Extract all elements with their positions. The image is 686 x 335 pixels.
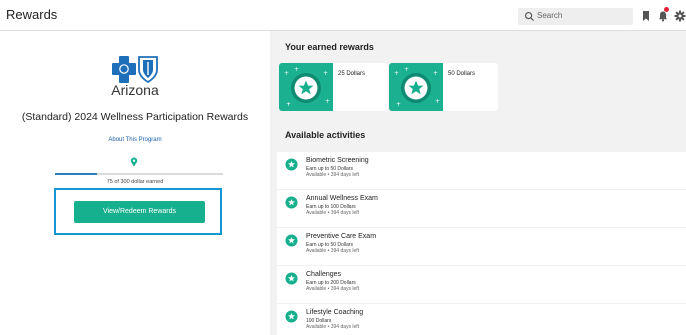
bookmark-icon[interactable] xyxy=(640,10,652,22)
program-panel: Arizona (Standard) 2024 Wellness Partici… xyxy=(0,31,270,335)
svg-text:+: + xyxy=(325,98,330,105)
activity-name: Preventive Care Exam xyxy=(306,233,377,240)
activity-name: Challenges xyxy=(306,271,342,278)
reward-card[interactable]: + + + + + 25 Dollars xyxy=(279,63,388,111)
activity-item[interactable]: Challenges Earn up to 200 Dollars Availa… xyxy=(277,266,686,303)
star-badge-icon xyxy=(285,272,298,285)
activity-name: Biometric Screening xyxy=(306,157,369,164)
reward-badge: + + + + + xyxy=(279,63,333,111)
star-badge-icon xyxy=(285,158,298,171)
notification-dot xyxy=(664,7,669,12)
star-badge-icon: + + + + + xyxy=(284,66,330,108)
activity-availability: Available • 394 days left xyxy=(306,172,360,178)
search-placeholder: Search xyxy=(537,11,563,20)
activity-item[interactable]: Preventive Care Exam Earn up to 50 Dolla… xyxy=(277,228,686,265)
svg-text:+: + xyxy=(404,66,409,73)
star-badge-icon: + + + + + xyxy=(394,66,440,108)
svg-text:+: + xyxy=(323,70,328,77)
svg-text:+: + xyxy=(394,70,399,77)
activity-item[interactable]: Biometric Screening Earn up to 50 Dollar… xyxy=(277,152,686,189)
available-activities-heading: Available activities xyxy=(285,130,366,140)
svg-text:+: + xyxy=(396,101,401,108)
brand-name: Arizona xyxy=(111,82,159,98)
top-bar: Rewards Search xyxy=(0,0,686,31)
location-pin-icon xyxy=(130,157,138,167)
reward-card[interactable]: + + + + + 50 Dollars xyxy=(389,63,498,111)
page-title: Rewards xyxy=(6,7,58,22)
about-program-link[interactable]: About This Program xyxy=(0,137,270,143)
cross-shield-logo xyxy=(112,56,158,84)
svg-text:+: + xyxy=(286,101,291,108)
search-input[interactable]: Search xyxy=(518,8,633,25)
reward-label: 50 Dollars xyxy=(448,71,476,77)
activity-availability: Available • 394 days left xyxy=(306,324,360,330)
activity-availability: Available • 394 days left xyxy=(306,248,360,254)
progress-fill xyxy=(55,173,97,175)
activity-name: Annual Wellness Exam xyxy=(306,195,378,202)
progress-track xyxy=(55,173,223,175)
reward-label: 25 Dollars xyxy=(338,71,366,77)
activity-availability: Available • 394 days left xyxy=(306,210,360,216)
svg-text:+: + xyxy=(294,66,299,73)
view-redeem-button[interactable]: View/Redeem Rewards xyxy=(74,201,205,223)
activity-name: Lifestyle Coaching xyxy=(306,309,364,316)
program-title: (Standard) 2024 Wellness Participation R… xyxy=(21,111,249,123)
svg-text:+: + xyxy=(284,70,289,77)
reward-badge: + + + + + xyxy=(389,63,443,111)
svg-text:+: + xyxy=(433,70,438,77)
activity-item[interactable]: Annual Wellness Exam Earn up to 100 Doll… xyxy=(277,190,686,227)
star-badge-icon xyxy=(285,196,298,209)
activity-availability: Available • 394 days left xyxy=(306,286,360,292)
earned-amount: 75 of 300 dollar earned xyxy=(106,179,164,185)
gear-icon[interactable] xyxy=(674,10,686,22)
star-badge-icon xyxy=(285,310,298,323)
activity-item[interactable]: Lifestyle Coaching 100 Dollars Available… xyxy=(277,304,686,335)
star-badge-icon xyxy=(285,234,298,247)
svg-text:+: + xyxy=(435,98,440,105)
search-icon xyxy=(524,11,535,22)
earned-rewards-heading: Your earned rewards xyxy=(285,42,374,52)
